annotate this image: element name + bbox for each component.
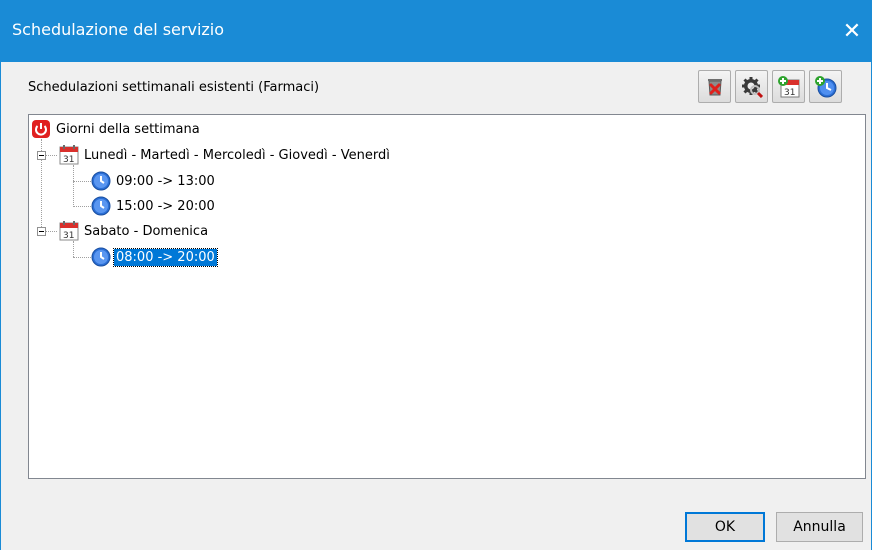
collapse-toggle-weekend[interactable] <box>37 227 46 236</box>
tree-group-weekdays[interactable]: 31 Lunedì - Martedì - Mercoledì - Gioved… <box>59 144 392 166</box>
search-settings-button[interactable] <box>735 70 768 103</box>
calendar-icon: 31 <box>59 145 79 165</box>
power-icon <box>31 119 51 139</box>
schedule-tree[interactable]: Giorni della settimana 31 Lunedì - Marte… <box>28 114 866 479</box>
svg-text:31: 31 <box>63 155 74 165</box>
gear-search-icon <box>741 76 763 98</box>
group-label: Lunedì - Martedì - Mercoledì - Giovedì -… <box>84 147 390 163</box>
add-day-button[interactable]: 31 <box>772 70 805 103</box>
clock-icon <box>91 247 111 267</box>
svg-text:31: 31 <box>63 231 74 241</box>
clock-icon <box>91 171 111 191</box>
cancel-button[interactable]: Annulla <box>776 512 863 542</box>
window-title: Schedulazione del servizio <box>12 20 225 39</box>
add-calendar-icon: 31 <box>777 75 799 98</box>
close-icon[interactable]: ✕ <box>832 14 872 50</box>
add-clock-icon <box>814 75 836 97</box>
tree-item-range[interactable]: 09:00 -> 13:00 <box>91 170 217 192</box>
calendar-icon: 31 <box>59 221 79 241</box>
range-label-selected: 08:00 -> 20:00 <box>113 247 218 267</box>
title-bar: Schedulazione del servizio ✕ <box>0 0 872 62</box>
ok-button[interactable]: OK <box>685 512 765 542</box>
tree-item-range-selected[interactable]: 08:00 -> 20:00 <box>91 246 218 268</box>
svg-text:31: 31 <box>784 88 795 98</box>
group-label: Sabato - Domenica <box>84 223 209 239</box>
tree-root-label: Giorni della settimana <box>56 121 200 137</box>
range-label: 15:00 -> 20:00 <box>116 198 215 214</box>
collapse-toggle-weekdays[interactable] <box>37 151 46 160</box>
tree-connector <box>73 181 91 182</box>
toolbar: 31 <box>698 70 842 106</box>
range-label: 09:00 -> 13:00 <box>116 173 215 189</box>
window-border-left <box>0 62 1 550</box>
add-time-button[interactable] <box>809 70 842 103</box>
schedules-label: Schedulazioni settimanali esistenti (Far… <box>28 80 320 95</box>
delete-icon <box>707 78 722 95</box>
clock-icon <box>91 196 111 216</box>
delete-button[interactable] <box>698 70 731 103</box>
tree-connector <box>73 206 91 207</box>
tree-root[interactable]: Giorni della settimana <box>31 118 202 140</box>
tree-group-weekend[interactable]: 31 Sabato - Domenica <box>59 220 210 242</box>
tree-connector <box>73 257 91 258</box>
tree-connector <box>73 241 74 257</box>
tree-connector <box>73 165 74 207</box>
tree-item-range[interactable]: 15:00 -> 20:00 <box>91 195 217 217</box>
